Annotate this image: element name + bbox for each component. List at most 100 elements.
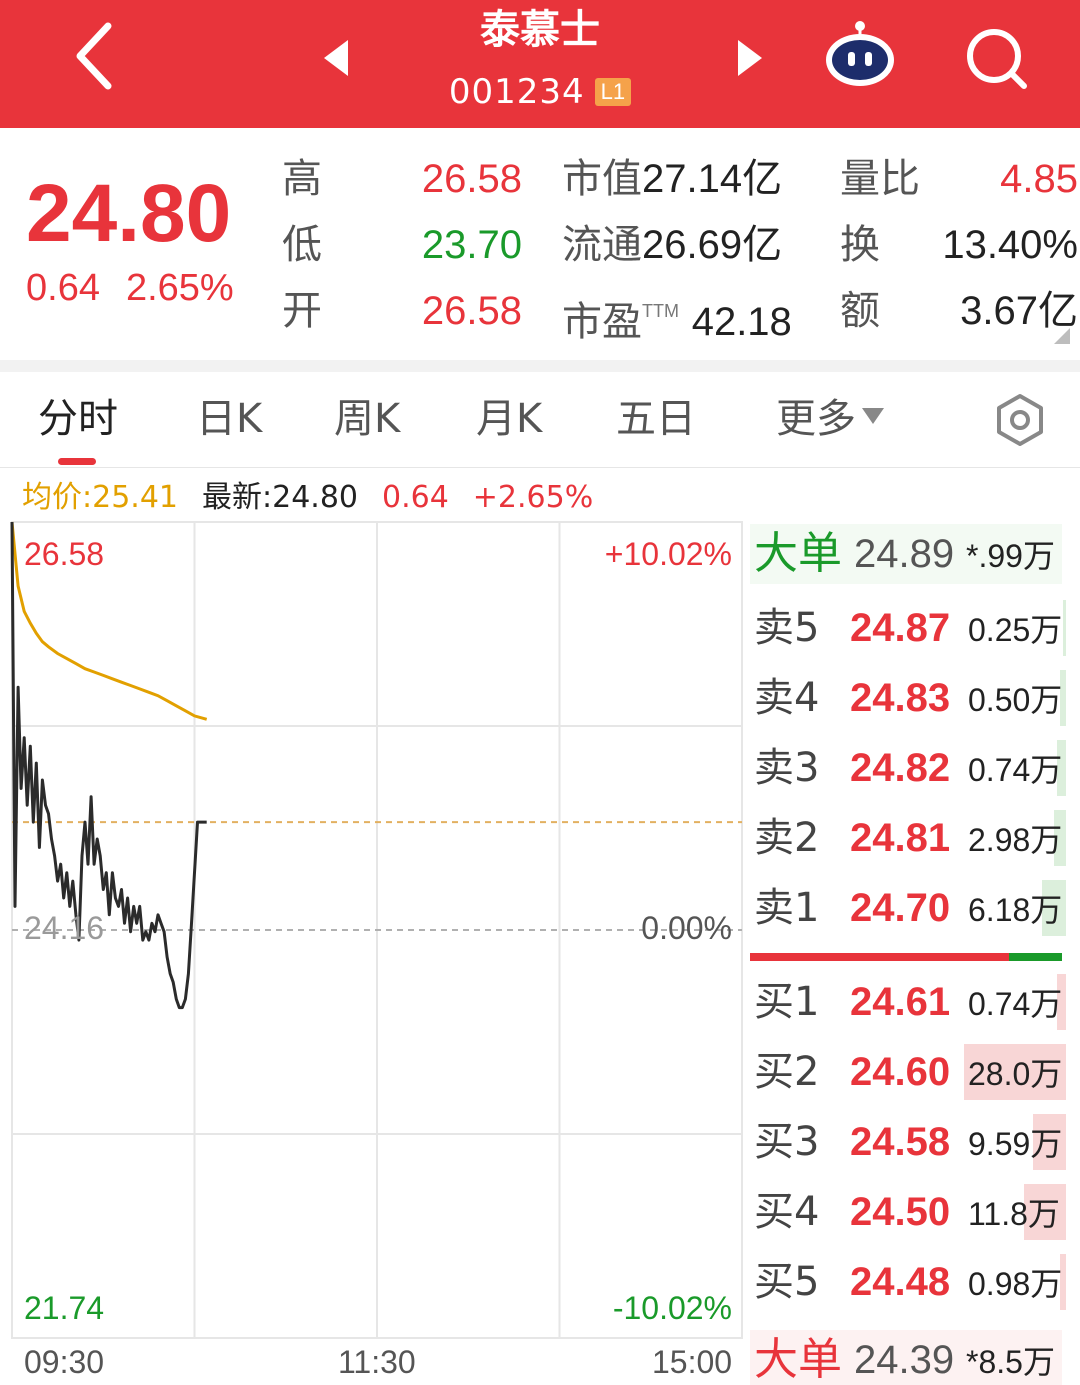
- legend-change-pct: +2.65%: [472, 480, 594, 515]
- robot-assistant-icon: [826, 21, 894, 86]
- bid-ratio-segment: [750, 953, 1009, 961]
- bid-level-4[interactable]: 买4 24.50 11.8万: [750, 1180, 1066, 1244]
- tab-monthly-k[interactable]: 月K: [476, 394, 542, 444]
- y-axis-low-label: 21.74: [24, 1290, 105, 1326]
- ask-label: 卖2: [754, 815, 820, 861]
- volume-ratio-label: 量比: [840, 156, 920, 202]
- pct-axis-high-label: +10.02%: [604, 536, 732, 572]
- app-header: 泰慕士 001234 L1: [0, 0, 1080, 128]
- big-buy-order[interactable]: 大单 24.39 *8.5万: [750, 1330, 1062, 1385]
- bid-level-1[interactable]: 买1 24.61 0.74万: [750, 970, 1066, 1034]
- time-axis-mid: 11:30: [338, 1344, 416, 1380]
- bid-price: 24.61: [850, 980, 951, 1024]
- y-axis-high-label: 26.58: [24, 536, 105, 572]
- chevron-down-icon: [862, 408, 884, 424]
- bid-price: 24.50: [850, 1190, 951, 1234]
- tab-more-label: 更多: [776, 396, 856, 442]
- open-label: 开: [282, 288, 322, 334]
- chart-tabs: 分时 日K 周K 月K 五日 更多: [0, 372, 1080, 468]
- chart-settings-button[interactable]: [992, 392, 1048, 448]
- ask-ratio-segment: [1008, 953, 1062, 961]
- pe-ratio: 市盈TTM 42.18: [562, 286, 792, 347]
- settings-hexagon-icon: [997, 394, 1043, 446]
- active-tab-indicator: [58, 458, 96, 465]
- next-triangle-icon: [738, 40, 762, 76]
- bid-label: 买4: [754, 1189, 820, 1235]
- low-label: 低: [282, 222, 322, 268]
- bid-level-5[interactable]: 买5 24.48 0.98万: [750, 1250, 1066, 1314]
- market-cap-value: 27.14亿: [642, 157, 783, 201]
- bid-volume: 28.0万: [968, 1056, 1063, 1092]
- last-price: 24.80: [26, 168, 232, 259]
- ask-level-1[interactable]: 卖5 24.87 0.25万: [750, 596, 1066, 660]
- turnover-label: 换: [840, 222, 880, 268]
- bid-volume: 0.74万: [968, 986, 1063, 1022]
- bid-label: 买3: [754, 1119, 820, 1165]
- bid-price: 24.48: [850, 1260, 951, 1304]
- bid-volume: 9.59万: [968, 1126, 1063, 1162]
- ask-volume: 6.18万: [968, 892, 1063, 928]
- legend-last-price: 最新:24.80: [202, 480, 358, 515]
- open-value: 26.58: [421, 289, 522, 333]
- ask-volume: 0.74万: [968, 752, 1063, 788]
- ask-label: 卖1: [754, 885, 820, 931]
- robot-assistant-button[interactable]: [822, 18, 902, 90]
- search-button[interactable]: [960, 22, 1032, 94]
- ask-price: 24.82: [850, 746, 951, 790]
- intraday-chart-svg: [10, 521, 743, 1339]
- tab-more[interactable]: 更多: [776, 394, 884, 444]
- bid-volume: 0.98万: [968, 1266, 1063, 1302]
- ask-price: 24.83: [850, 676, 951, 720]
- tab-five-day[interactable]: 五日: [616, 394, 696, 444]
- time-axis-end: 15:00: [652, 1344, 733, 1380]
- stock-code: 001234: [448, 72, 585, 112]
- big-sell-volume: *.99万: [966, 538, 1055, 574]
- tab-daily-k[interactable]: 日K: [196, 394, 262, 444]
- chart-legend: 均价:25.41 最新:24.80 0.64 +2.65%: [22, 478, 593, 518]
- ask-level-5[interactable]: 卖1 24.70 6.18万: [750, 876, 1066, 940]
- search-icon: [967, 29, 1027, 89]
- low-value: 23.70: [421, 223, 522, 267]
- ask-level-4[interactable]: 卖2 24.81 2.98万: [750, 806, 1066, 870]
- ask-volume: 2.98万: [968, 822, 1063, 858]
- stock-name: 泰慕士: [480, 7, 600, 53]
- ask-level-2[interactable]: 卖4 24.83 0.50万: [750, 666, 1066, 730]
- back-arrow-icon: [76, 22, 112, 90]
- bid-price: 24.60: [850, 1050, 951, 1094]
- ask-volume: 0.50万: [968, 682, 1063, 718]
- ask-price: 24.70: [850, 886, 951, 930]
- big-sell-tag: 大单: [754, 528, 842, 579]
- big-sell-price: 24.89: [854, 532, 955, 576]
- big-buy-volume: *8.5万: [966, 1344, 1055, 1380]
- expand-corner-icon[interactable]: [1054, 328, 1070, 344]
- next-stock-button[interactable]: [724, 30, 774, 86]
- price-change-pct: 2.65%: [125, 267, 234, 309]
- high-label: 高: [282, 156, 322, 202]
- turnover-value: 13.40%: [942, 223, 1078, 267]
- previous-stock-button[interactable]: [312, 30, 362, 86]
- price-change: 0.64: [26, 267, 100, 309]
- big-buy-tag: 大单: [754, 1334, 842, 1385]
- market-cap-label: 市值: [562, 156, 642, 202]
- prev-triangle-icon: [324, 40, 348, 76]
- amount-value: 3.67亿: [960, 289, 1078, 333]
- bid-price: 24.58: [850, 1120, 951, 1164]
- bid-level-2[interactable]: 买2 24.60 28.0万: [750, 1040, 1066, 1104]
- section-divider: [0, 360, 1080, 372]
- float-cap: 流通26.69亿: [562, 220, 782, 270]
- bid-level-3[interactable]: 买3 24.58 9.59万: [750, 1110, 1066, 1174]
- price-change-row: 0.64 2.65%: [26, 264, 234, 312]
- pe-value: 42.18: [691, 300, 792, 344]
- ask-volume: 0.25万: [968, 612, 1063, 648]
- big-sell-order[interactable]: 大单 24.89 *.99万: [750, 524, 1062, 584]
- ask-level-3[interactable]: 卖3 24.82 0.74万: [750, 736, 1066, 800]
- pe-label: 市盈: [562, 299, 642, 345]
- tab-intraday[interactable]: 分时: [38, 394, 118, 444]
- high-value: 26.58: [421, 157, 522, 201]
- ask-label: 卖5: [754, 605, 820, 651]
- intraday-chart[interactable]: 26.58 24.16 21.74 +10.02% 0.00% -10.02%: [10, 521, 743, 1339]
- tab-weekly-k[interactable]: 周K: [334, 394, 400, 444]
- volume-ratio-value: 4.85: [1000, 157, 1078, 201]
- back-button[interactable]: [62, 18, 132, 94]
- bid-label: 买5: [754, 1259, 820, 1305]
